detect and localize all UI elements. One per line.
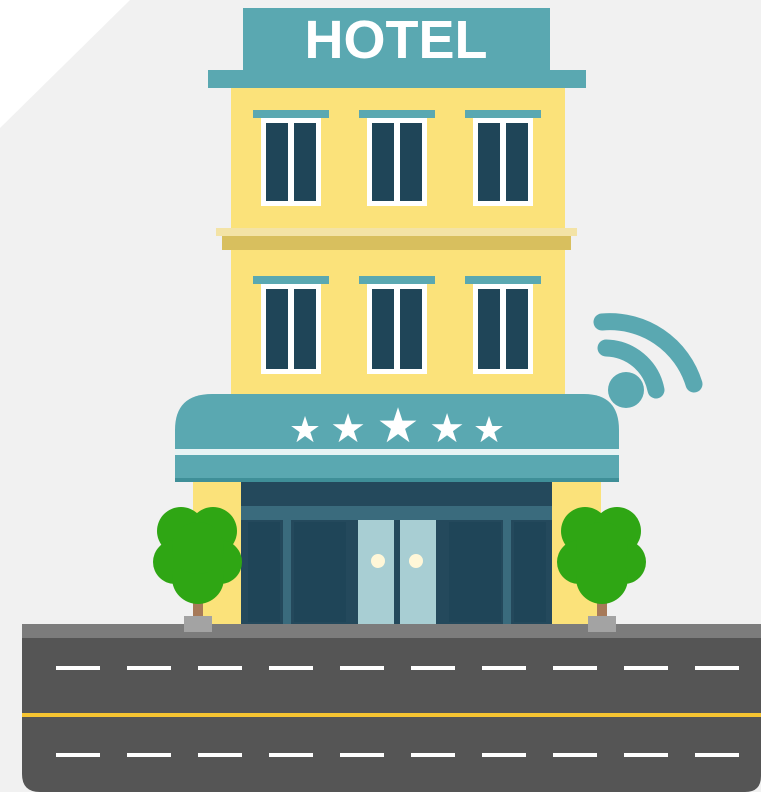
hotel-sign: HOTEL xyxy=(208,8,586,88)
windows-lower-floor xyxy=(253,276,541,374)
windows-upper-floor xyxy=(253,110,541,206)
hotel-illustration: HOTEL ★ ★ ★ ★ ★ xyxy=(0,0,761,792)
lane-dash xyxy=(411,666,455,670)
lane-dash xyxy=(482,753,526,757)
window xyxy=(359,110,435,206)
storefront-pane xyxy=(248,522,280,622)
star-icon: ★ xyxy=(429,406,465,452)
road xyxy=(22,624,761,792)
star-icon: ★ xyxy=(289,410,321,451)
lane-dash xyxy=(269,753,313,757)
lane-dash xyxy=(340,753,384,757)
door-leaf-right xyxy=(400,520,436,624)
storefront-pane xyxy=(449,522,501,622)
star-icon: ★ xyxy=(473,410,505,451)
lane-dash xyxy=(340,666,384,670)
lane-dash xyxy=(624,666,668,670)
lane-dash xyxy=(56,753,100,757)
window xyxy=(359,276,435,374)
lane-dash xyxy=(553,753,597,757)
window xyxy=(253,110,329,206)
door-handle xyxy=(371,554,385,568)
storefront-pane xyxy=(514,522,546,622)
lane-dash xyxy=(269,666,313,670)
door-leaf-left xyxy=(358,520,394,624)
awning-valance-shadow xyxy=(175,478,619,482)
awning: ★ ★ ★ ★ ★ xyxy=(175,394,619,482)
curb xyxy=(22,624,761,638)
storefront-mullion xyxy=(283,520,291,624)
storefront-transom xyxy=(241,506,552,520)
floor-ledge xyxy=(222,236,571,250)
tree-planter xyxy=(184,616,212,632)
door-divider xyxy=(394,520,400,624)
lane-dash xyxy=(482,666,526,670)
roof-cornice xyxy=(208,70,586,88)
star-icon: ★ xyxy=(330,406,366,452)
road-center-line xyxy=(22,713,761,717)
lane-dash xyxy=(695,753,739,757)
lane-dash xyxy=(553,666,597,670)
storefront-pane xyxy=(294,522,346,622)
tree-planter xyxy=(588,616,616,632)
awning-valance xyxy=(175,455,619,482)
door-handle xyxy=(409,554,423,568)
lane-dash xyxy=(198,666,242,670)
lane-dash xyxy=(127,666,171,670)
lane-dash xyxy=(411,753,455,757)
window xyxy=(253,276,329,374)
star-icon: ★ xyxy=(376,398,419,454)
storefront xyxy=(241,476,552,624)
lane-dash xyxy=(127,753,171,757)
floor-ledge-top xyxy=(216,228,577,236)
lane-dash xyxy=(198,753,242,757)
lane-dash xyxy=(695,666,739,670)
lane-dash xyxy=(56,666,100,670)
lane-dash xyxy=(624,753,668,757)
window xyxy=(465,110,541,206)
sign-label: HOTEL xyxy=(305,10,488,70)
window xyxy=(465,276,541,374)
wifi-dot xyxy=(608,372,644,408)
storefront-mullion xyxy=(503,520,511,624)
entrance-door xyxy=(358,520,436,624)
